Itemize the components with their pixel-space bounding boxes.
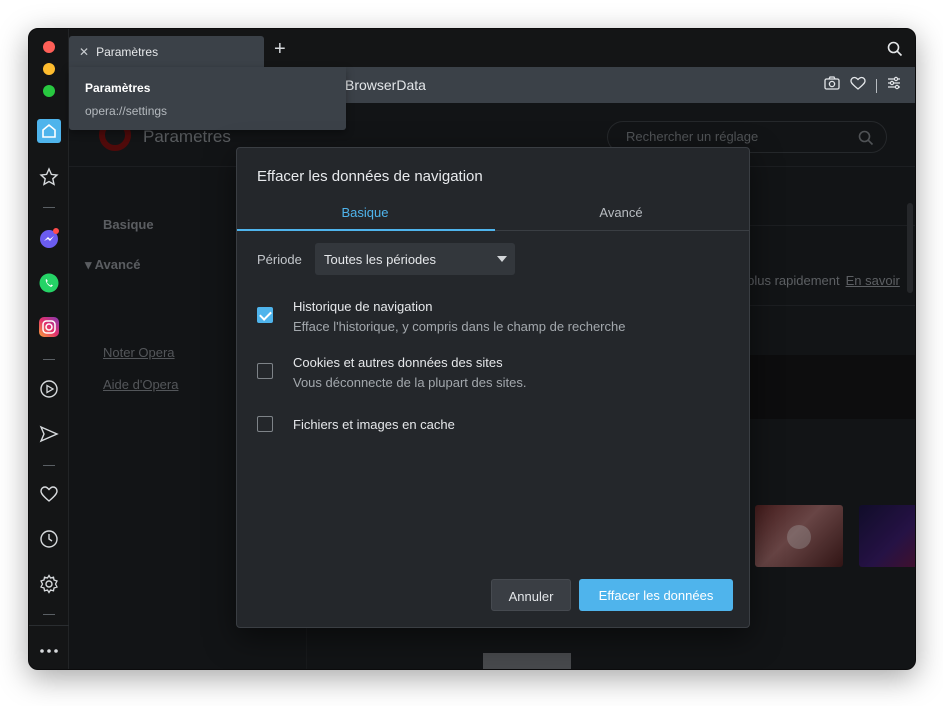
zoom-window-button[interactable]	[43, 85, 55, 97]
sidebar-separator	[43, 207, 55, 208]
dialog-tabs: Basique Avancé	[237, 195, 749, 231]
browser-window: Parametres Rechercher un réglage Basique…	[28, 28, 916, 670]
tab-strip: ✕ Paramètres +	[69, 29, 915, 67]
home-icon[interactable]	[37, 119, 61, 143]
tooltip-url: opera://settings	[85, 104, 168, 118]
sidebar-divider	[29, 625, 69, 626]
sidebar-separator	[43, 465, 55, 466]
sidebar-separator	[43, 614, 55, 615]
minimize-window-button[interactable]	[43, 63, 55, 75]
cookies-checkbox[interactable]	[257, 363, 273, 379]
address-text: BrowserData	[345, 77, 426, 93]
camera-icon[interactable]	[824, 76, 840, 95]
sidebar-separator	[43, 359, 55, 360]
option-subtitle: Vous déconnecte de la plupart des sites.	[293, 375, 527, 390]
easy-setup-icon[interactable]	[887, 76, 901, 95]
tab-basique[interactable]: Basique	[237, 205, 493, 220]
heart-icon[interactable]	[37, 482, 61, 506]
messenger-icon[interactable]	[37, 227, 61, 251]
player-icon[interactable]	[37, 377, 61, 401]
close-tab-icon[interactable]: ✕	[79, 45, 89, 59]
whatsapp-icon[interactable]	[37, 271, 61, 295]
star-icon[interactable]	[37, 165, 61, 189]
more-icon[interactable]	[37, 639, 61, 663]
cancel-button[interactable]: Annuler	[491, 579, 571, 611]
cache-checkbox[interactable]	[257, 416, 273, 432]
clear-data-button[interactable]: Effacer les données	[579, 579, 733, 611]
dialog-title: Effacer les données de navigation	[257, 168, 483, 185]
tab-avance[interactable]: Avancé	[493, 205, 749, 220]
option-title: Historique de navigation	[293, 299, 433, 314]
history-checkbox[interactable]	[257, 307, 273, 323]
tab-settings[interactable]: ✕ Paramètres	[69, 36, 264, 67]
send-icon[interactable]	[37, 422, 61, 446]
search-tabs-icon[interactable]	[887, 41, 903, 62]
tab-label: Paramètres	[96, 44, 159, 59]
address-bar-separator	[876, 78, 877, 93]
new-tab-button[interactable]: +	[274, 39, 286, 59]
chevron-down-icon	[497, 256, 507, 262]
clear-browsing-data-dialog: Effacer les données de navigation Basiqu…	[236, 147, 750, 628]
active-tab-indicator	[237, 229, 495, 231]
gear-icon[interactable]	[37, 572, 61, 596]
tooltip-title: Paramètres	[85, 81, 151, 95]
tab-tooltip: Paramètres opera://settings	[69, 67, 346, 130]
close-window-button[interactable]	[43, 41, 55, 53]
heart-icon[interactable]	[850, 76, 866, 95]
option-title: Fichiers et images en cache	[293, 417, 455, 432]
clock-icon[interactable]	[37, 527, 61, 551]
periode-value: Toutes les périodes	[324, 252, 437, 267]
address-bar-actions	[824, 76, 901, 95]
option-title: Cookies et autres données des sites	[293, 355, 503, 370]
instagram-icon[interactable]	[37, 315, 61, 339]
periode-select[interactable]: Toutes les périodes	[315, 243, 515, 275]
option-subtitle: Efface l'historique, y compris dans le c…	[293, 319, 626, 334]
periode-label: Période	[257, 252, 302, 267]
sidebar	[29, 29, 69, 669]
